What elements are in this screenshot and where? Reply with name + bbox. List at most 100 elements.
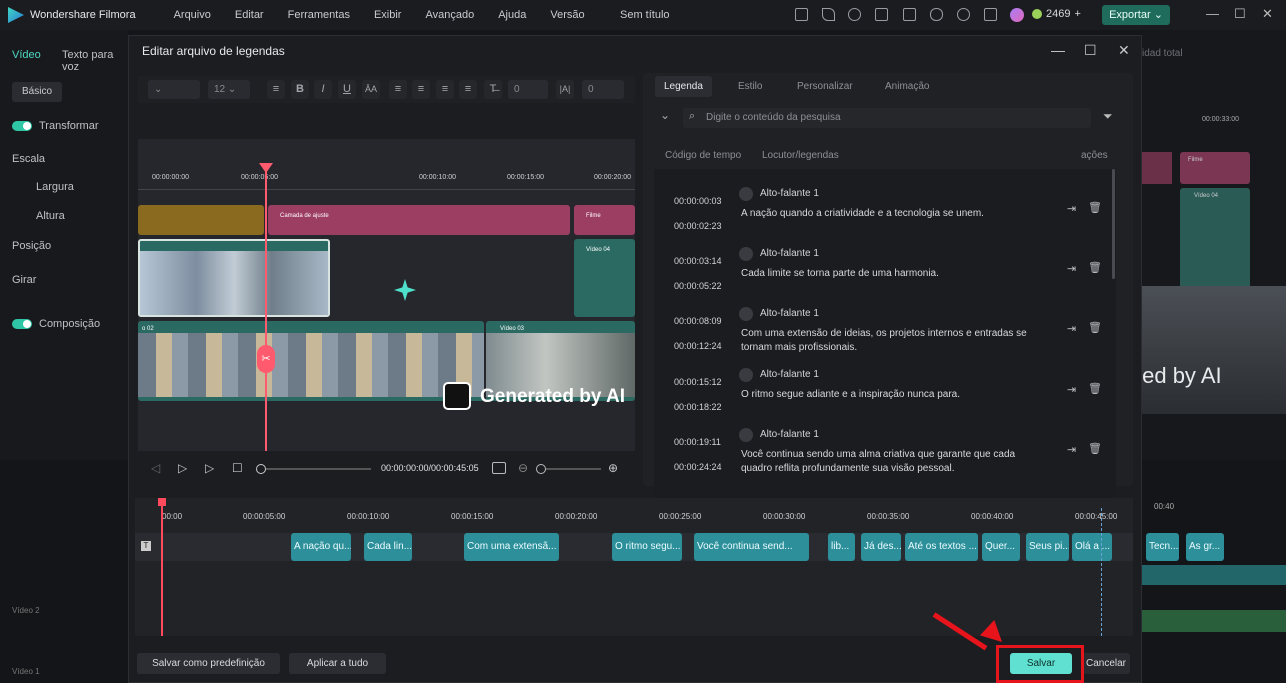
subtitle-clip[interactable]: Tecn... <box>1146 533 1179 561</box>
subtitle-entry[interactable]: 00:00:03:14 00:00:05:22 Alto-falante 1 C… <box>654 246 1116 306</box>
line-height-icon[interactable]: ≡ <box>267 80 285 99</box>
entry-speaker[interactable]: Alto-falante 1 <box>760 188 819 199</box>
tab-animacao[interactable]: Animação <box>885 81 929 92</box>
subtitle-clip[interactable]: lib... <box>828 533 855 561</box>
scissors-icon[interactable]: ✂ <box>257 345 275 373</box>
stop-button[interactable]: ☐ <box>232 461 243 475</box>
subtitle-clip[interactable]: Você continua send... <box>694 533 809 561</box>
line-spacing-field[interactable]: 0 <box>582 80 624 99</box>
subtitle-clip[interactable]: Quer... <box>982 533 1020 561</box>
subtitle-clip[interactable]: Cada lin... <box>364 533 412 561</box>
delete-icon[interactable]: 🗑 <box>1088 201 1102 214</box>
export-button[interactable]: Exportar ⌄ <box>1102 5 1170 25</box>
font-family-select[interactable]: ⌄ <box>148 80 200 99</box>
fit-icon[interactable] <box>492 462 506 474</box>
tab-text-to-speech[interactable]: Texto para voz <box>62 49 128 73</box>
subtitle-entry[interactable]: 00:00:19:11 00:00:24:24 Alto-falante 1 V… <box>654 427 1116 487</box>
entry-text[interactable]: A nação quando a criatividade e a tecnol… <box>741 207 1041 221</box>
search-input[interactable]: ⌕ Digite o conteúdo da pesquisa <box>683 108 1091 128</box>
entry-text[interactable]: Você continua sendo uma alma criativa qu… <box>741 448 1041 476</box>
split-icon[interactable]: ⇥ <box>1067 322 1076 335</box>
subtitle-clip[interactable]: As gr... <box>1186 533 1224 561</box>
subtitle-entry[interactable]: 00:00:08:09 00:00:12:24 Alto-falante 1 C… <box>654 306 1116 366</box>
avatar[interactable] <box>1010 8 1024 22</box>
list-scrollbar[interactable] <box>1112 169 1115 279</box>
subtitle-clip[interactable]: Já des... <box>861 533 901 561</box>
composition-toggle[interactable] <box>12 319 32 329</box>
playhead[interactable] <box>265 169 267 451</box>
delete-icon[interactable]: 🗑 <box>1088 382 1102 395</box>
menu-exibir[interactable]: Exibir <box>362 9 414 21</box>
seek-bar[interactable] <box>266 468 371 470</box>
menu-ajuda[interactable]: Ajuda <box>486 9 538 21</box>
underline-button[interactable]: U <box>338 80 356 99</box>
tab-video[interactable]: Vídeo <box>12 49 41 61</box>
menu-avancado[interactable]: Avançado <box>413 9 486 21</box>
split-icon[interactable]: ⇥ <box>1067 443 1076 456</box>
apps-icon[interactable] <box>984 8 997 21</box>
align-justify-button[interactable]: ≡ <box>436 80 454 99</box>
tab-estilo[interactable]: Estilo <box>738 81 762 92</box>
subtitle-clip[interactable]: O ritmo segu... <box>612 533 682 561</box>
letter-spacing-field[interactable]: 0 <box>508 80 548 99</box>
minimize-window-button[interactable]: — <box>1206 6 1219 21</box>
help-icon[interactable] <box>848 8 861 21</box>
apply-to-all-button[interactable]: Aplicar a tudo <box>289 653 386 674</box>
split-icon[interactable]: ⇥ <box>1067 383 1076 396</box>
zoom-out-button[interactable]: ⊖ <box>518 461 528 475</box>
play-button[interactable]: ▷ <box>205 461 214 475</box>
filter-icon[interactable]: ⏷ <box>1103 109 1113 124</box>
entry-speaker[interactable]: Alto-falante 1 <box>760 308 819 319</box>
subtitle-clip[interactable]: A nação qu... <box>291 533 351 561</box>
seek-handle[interactable] <box>256 464 266 474</box>
menu-arquivo[interactable]: Arquivo <box>162 9 223 21</box>
save-icon[interactable] <box>903 8 916 21</box>
transform-toggle[interactable] <box>12 121 32 131</box>
delete-icon[interactable]: 🗑 <box>1088 442 1102 455</box>
zoom-in-button[interactable]: ⊕ <box>608 461 618 475</box>
tab-personalizar[interactable]: Personalizar <box>797 81 853 92</box>
subtitle-clip[interactable]: Até os textos ... <box>905 533 978 561</box>
entry-speaker[interactable]: Alto-falante 1 <box>760 248 819 259</box>
menu-versao[interactable]: Versão <box>538 9 596 21</box>
save-as-preset-button[interactable]: Salvar como predefinição <box>137 653 280 674</box>
align-left-button[interactable]: ≡ <box>389 80 407 99</box>
cancel-button[interactable]: Cancelar <box>1082 653 1130 674</box>
dialog-minimize-button[interactable]: — <box>1051 42 1065 58</box>
strikethrough-button[interactable]: T̶ <box>484 80 502 99</box>
line-spacing-icon[interactable]: |A| <box>556 80 574 99</box>
subtitle-clip[interactable]: Seus pi... <box>1026 533 1069 561</box>
menu-editar[interactable]: Editar <box>223 9 276 21</box>
basic-tab[interactable]: Básico <box>12 82 62 102</box>
timeline-playhead-handle[interactable] <box>158 498 166 506</box>
bold-button[interactable]: B <box>291 80 309 99</box>
timeline-playhead[interactable] <box>161 501 163 636</box>
save-button[interactable]: Salvar <box>1010 653 1072 674</box>
delete-icon[interactable]: 🗑 <box>1088 261 1102 274</box>
cloud-icon[interactable] <box>930 8 943 21</box>
step-forward-button[interactable]: ▷ <box>178 461 187 475</box>
menu-ferramentas[interactable]: Ferramentas <box>276 9 362 21</box>
zoom-slider-handle[interactable] <box>536 464 546 474</box>
split-icon[interactable]: ⇥ <box>1067 262 1076 275</box>
prev-frame-button[interactable]: ◁ <box>151 461 160 475</box>
italic-button[interactable]: I <box>314 80 332 99</box>
subtitle-timeline[interactable]: 00:00 00:00:05:00 00:00:10:00 00:00:15:0… <box>135 498 1224 636</box>
close-window-button[interactable]: ✕ <box>1262 6 1273 22</box>
entry-text[interactable]: O ritmo segue adiante e a inspiração nun… <box>741 388 1041 402</box>
maximize-window-button[interactable]: ☐ <box>1234 6 1246 22</box>
align-center-button[interactable]: ≡ <box>412 80 430 99</box>
collapse-chevron-icon[interactable]: ⌄ <box>660 108 670 122</box>
video-preview[interactable]: 00:00:00:00 00:00:05:00 00:00:10:00 00:0… <box>138 139 635 451</box>
credits-counter[interactable]: 2469 + <box>1032 8 1081 20</box>
entry-speaker[interactable]: Alto-falante 1 <box>760 369 819 380</box>
dialog-maximize-button[interactable]: ☐ <box>1084 42 1097 59</box>
zoom-slider[interactable] <box>546 468 601 470</box>
subtitle-clip[interactable]: Olá a ... <box>1072 533 1112 561</box>
entry-speaker[interactable]: Alto-falante 1 <box>760 429 819 440</box>
entry-text[interactable]: Cada limite se torna parte de uma harmon… <box>741 267 1041 281</box>
send-icon[interactable] <box>822 8 835 21</box>
font-size-select[interactable]: 12 ⌄ <box>208 80 250 99</box>
subtitle-clip[interactable]: Com uma extensã... <box>464 533 559 561</box>
gift-icon[interactable] <box>795 8 808 21</box>
